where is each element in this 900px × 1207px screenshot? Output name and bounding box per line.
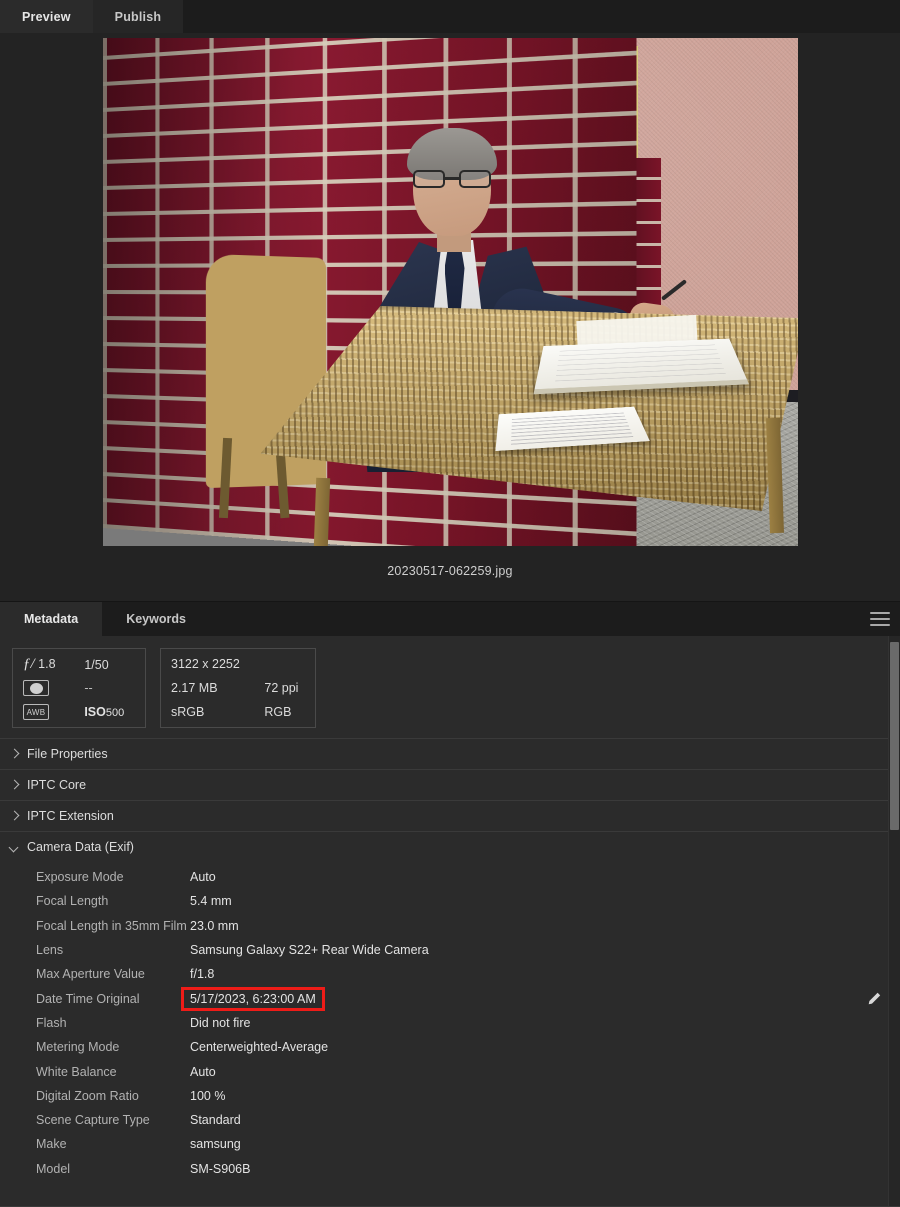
- metadata-value: Standard: [190, 1113, 241, 1127]
- exposure-info-box: ƒ/ 1.8 1/50 -- AWB ISO500: [12, 648, 146, 728]
- color-mode: RGB: [264, 705, 305, 719]
- tab-metadata[interactable]: Metadata: [0, 602, 102, 636]
- metadata-key: Date Time Original: [0, 992, 190, 1006]
- metadata-row[interactable]: Exposure ModeAuto: [0, 865, 900, 889]
- scene-table-leg-a: [313, 478, 329, 546]
- metadata-key: Digital Zoom Ratio: [0, 1089, 190, 1103]
- metadata-row[interactable]: Max Aperture Valuef/1.8: [0, 962, 900, 986]
- metadata-value: 5.4 mm: [190, 894, 232, 908]
- metadata-value: Centerweighted-Average: [190, 1040, 328, 1054]
- image-dimensions: 3122 x 2252: [171, 657, 246, 671]
- section-header-iptc-core[interactable]: IPTC Core: [0, 769, 900, 800]
- metadata-key: Max Aperture Value: [0, 967, 190, 981]
- metadata-scrollbar-thumb[interactable]: [890, 642, 899, 830]
- metadata-value: samsung: [190, 1137, 241, 1151]
- awb-icon: AWB: [23, 704, 66, 721]
- metadata-row[interactable]: White BalanceAuto: [0, 1059, 900, 1083]
- chevron-right-icon: [10, 781, 19, 790]
- metadata-row[interactable]: Date Time Original5/17/2023, 6:23:00 AM: [0, 986, 900, 1010]
- pencil-edit-icon[interactable]: [866, 991, 882, 1007]
- iso-value: ISO500: [84, 705, 135, 719]
- section-title: Camera Data (Exif): [27, 840, 134, 854]
- chevron-right-icon: [10, 812, 19, 821]
- metering-mode-value: --: [84, 681, 135, 695]
- aperture-icon: ƒ/ 1.8: [23, 656, 66, 673]
- tab-keywords-label: Keywords: [126, 612, 186, 626]
- metadata-tabbar: Metadata Keywords: [0, 601, 900, 636]
- metadata-row[interactable]: Focal Length5.4 mm: [0, 889, 900, 913]
- tab-metadata-label: Metadata: [24, 612, 78, 626]
- scene-book-lines: [555, 345, 726, 382]
- preview-image[interactable]: [103, 38, 798, 546]
- preview-pane: 20230517-062259.jpg: [0, 33, 900, 601]
- metadata-value: Did not fire: [190, 1016, 250, 1030]
- file-size: 2.17 MB: [171, 681, 246, 695]
- chevron-right-icon: [10, 750, 19, 759]
- metadata-key: Lens: [0, 943, 190, 957]
- metadata-row[interactable]: Makesamsung: [0, 1132, 900, 1156]
- metadata-key: Model: [0, 1162, 190, 1176]
- metadata-row[interactable]: FlashDid not fire: [0, 1011, 900, 1035]
- preview-filename: 20230517-062259.jpg: [387, 564, 512, 578]
- metadata-row[interactable]: ModelSM-S906B: [0, 1157, 900, 1181]
- tab-publish-label: Publish: [115, 10, 162, 24]
- metadata-value: SM-S906B: [190, 1162, 250, 1176]
- preview-tabbar: Preview Publish: [0, 0, 900, 33]
- metadata-value: 23.0 mm: [190, 919, 239, 933]
- metadata-value: f/1.8: [190, 967, 214, 981]
- chevron-down-icon: [10, 843, 19, 852]
- scene-sheet-lines: [511, 411, 633, 444]
- image-resolution: 72 ppi: [264, 681, 305, 695]
- metadata-key: Exposure Mode: [0, 870, 190, 884]
- metadata-value: 5/17/2023, 6:23:00 AM: [184, 990, 322, 1008]
- hamburger-menu-icon[interactable]: [870, 612, 890, 626]
- section-header-file-properties[interactable]: File Properties: [0, 738, 900, 769]
- metering-mode-icon: [23, 680, 66, 697]
- metadata-panel: ƒ/ 1.8 1/50 -- AWB ISO500 3122 x 2252: [0, 636, 900, 1207]
- metadata-value: Auto: [190, 870, 216, 884]
- photo-scene: [103, 38, 798, 546]
- section-rows: Exposure ModeAutoFocal Length5.4 mmFocal…: [0, 862, 900, 1181]
- tab-keywords[interactable]: Keywords: [102, 602, 210, 636]
- section-header-iptc-extension[interactable]: IPTC Extension: [0, 800, 900, 831]
- metadata-key: Focal Length: [0, 894, 190, 908]
- section-title: IPTC Extension: [27, 809, 114, 823]
- bridge-window: Preview Publish: [0, 0, 900, 1207]
- metadata-value: Samsung Galaxy S22+ Rear Wide Camera: [190, 943, 429, 957]
- metadata-key: Scene Capture Type: [0, 1113, 190, 1127]
- file-info-box: 3122 x 2252 2.17 MB 72 ppi sRGB RGB: [160, 648, 316, 728]
- metadata-value: Auto: [190, 1065, 216, 1079]
- metadata-key: Flash: [0, 1016, 190, 1030]
- metadata-key: Metering Mode: [0, 1040, 190, 1054]
- glasses-icon: [413, 170, 493, 188]
- metadata-key: Make: [0, 1137, 190, 1151]
- metadata-row[interactable]: Metering ModeCenterweighted-Average: [0, 1035, 900, 1059]
- tab-preview-label: Preview: [22, 10, 71, 24]
- metadata-value: 100 %: [190, 1089, 225, 1103]
- section-title: File Properties: [27, 747, 108, 761]
- tab-preview[interactable]: Preview: [0, 0, 93, 33]
- shutter-speed-value: 1/50: [84, 658, 135, 672]
- color-space: sRGB: [171, 705, 246, 719]
- metadata-row[interactable]: Scene Capture TypeStandard: [0, 1108, 900, 1132]
- metadata-key: White Balance: [0, 1065, 190, 1079]
- metadata-scrollbar[interactable]: [888, 636, 900, 1207]
- metadata-row[interactable]: Focal Length in 35mm Film23.0 mm: [0, 914, 900, 938]
- metadata-key: Focal Length in 35mm Film: [0, 919, 190, 933]
- camera-summary-row: ƒ/ 1.8 1/50 -- AWB ISO500 3122 x 2252: [0, 636, 900, 738]
- section-title: IPTC Core: [27, 778, 86, 792]
- tab-publish[interactable]: Publish: [93, 0, 184, 33]
- metadata-sections: File Properties IPTC Core IPTC Extension Ca…: [0, 738, 900, 1181]
- section-header-camera-data-exif[interactable]: Camera Data (Exif): [0, 831, 900, 862]
- aperture-value: 1.8: [38, 657, 55, 671]
- metadata-row[interactable]: LensSamsung Galaxy S22+ Rear Wide Camera: [0, 938, 900, 962]
- metadata-row[interactable]: Digital Zoom Ratio100 %: [0, 1084, 900, 1108]
